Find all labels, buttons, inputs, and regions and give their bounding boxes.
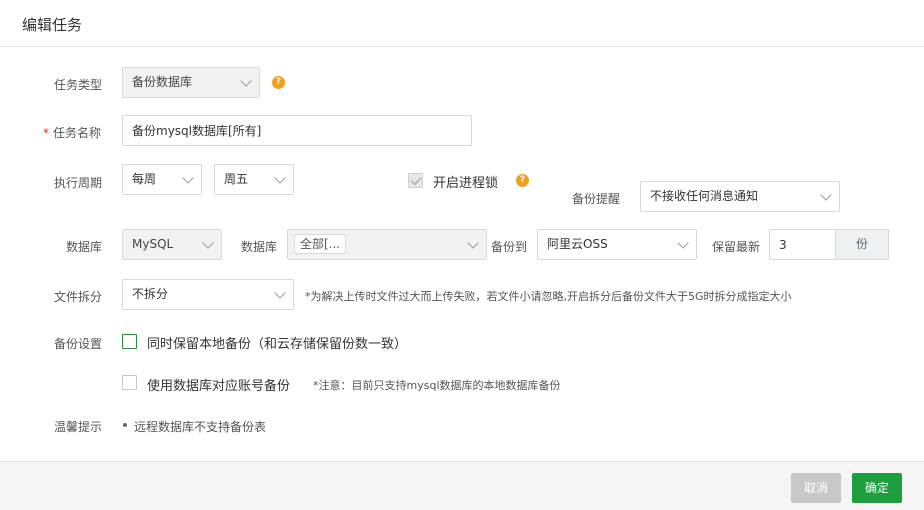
required-mark: * — [43, 126, 49, 140]
split-label: 文件拆分 — [54, 290, 103, 304]
database-label: 数据库 — [66, 240, 103, 254]
backup-settings-label: 备份设置 — [54, 337, 103, 351]
task-type-label: 任务类型 — [54, 78, 103, 92]
backup-target-label: 备份到 — [491, 240, 528, 254]
backup-target-value: 阿里云OSS — [547, 237, 608, 251]
edit-task-dialog: 编辑任务 任务类型 备份数据库 ? *任务名称 执行周期 每周 周五 开启进程锁… — [0, 0, 924, 510]
chevron-down-icon — [677, 237, 689, 249]
tip-item: 远程数据库不支持备份表 — [134, 420, 267, 434]
period-day-value: 周五 — [224, 172, 249, 186]
question-circle-icon[interactable]: ? — [272, 76, 285, 89]
period-freq-value: 每周 — [132, 172, 157, 186]
reminder-value: 不接收任何消息通知 — [650, 189, 759, 203]
backup-target-select[interactable]: 阿里云OSS — [537, 229, 697, 260]
confirm-button[interactable]: 确定 — [852, 473, 902, 503]
reminder-label: 备份提醒 — [572, 192, 621, 206]
task-type-select[interactable]: 备份数据库 — [122, 67, 260, 98]
cancel-button[interactable]: 取消 — [791, 473, 841, 503]
db-type-value: MySQL — [132, 237, 174, 251]
chevron-down-icon — [202, 237, 214, 249]
chevron-down-icon — [240, 75, 252, 87]
dialog-footer: 取消 确定 — [0, 461, 924, 510]
process-lock-label: 开启进程锁 — [433, 176, 499, 191]
chevron-down-icon — [274, 172, 286, 184]
tips-label: 温馨提示 — [54, 420, 103, 434]
keep-unit-addon: 份 — [836, 229, 889, 260]
split-value: 不拆分 — [132, 287, 169, 301]
chevron-down-icon — [467, 237, 479, 249]
task-name-field[interactable] — [132, 116, 471, 145]
local-copy-label: 同时保留本地备份（和云存储保留份数一致） — [147, 337, 408, 352]
db-account-checkbox[interactable] — [122, 375, 137, 390]
chevron-down-icon — [820, 189, 832, 201]
process-lock-checkbox[interactable] — [408, 173, 423, 188]
db-name-label: 数据库 — [241, 240, 278, 254]
dialog-title: 编辑任务 — [22, 16, 83, 34]
chevron-down-icon — [274, 287, 286, 299]
db-name-select[interactable]: 全部[... — [287, 229, 487, 260]
period-freq-select[interactable]: 每周 — [122, 164, 202, 195]
tip-bullet — [123, 423, 127, 427]
task-type-value: 备份数据库 — [132, 75, 193, 89]
db-name-chip: 全部[... — [294, 234, 347, 254]
db-account-note: *注意：目前只支持mysql数据库的本地数据库备份 — [313, 379, 561, 392]
reminder-select[interactable]: 不接收任何消息通知 — [640, 181, 840, 212]
split-select[interactable]: 不拆分 — [122, 279, 294, 310]
keep-latest-label: 保留最新 — [712, 240, 761, 254]
keep-latest-field[interactable] — [779, 230, 835, 259]
keep-latest-input[interactable] — [769, 229, 836, 260]
task-name-label: * 任务名称 — [43, 126, 102, 140]
db-type-select[interactable]: MySQL — [122, 229, 222, 260]
task-name-input[interactable] — [122, 115, 472, 146]
period-day-select[interactable]: 周五 — [214, 164, 294, 195]
question-circle-icon[interactable]: ? — [516, 174, 529, 187]
chevron-down-icon — [182, 172, 194, 184]
split-note: *为解决上传时文件过大而上传失败，若文件小请忽略,开启拆分后备份文件大于5G时拆… — [305, 290, 792, 303]
db-account-label: 使用数据库对应账号备份 — [147, 379, 291, 394]
local-copy-checkbox[interactable] — [122, 334, 137, 349]
period-label: 执行周期 — [54, 176, 103, 190]
dialog-header: 编辑任务 — [0, 0, 924, 47]
